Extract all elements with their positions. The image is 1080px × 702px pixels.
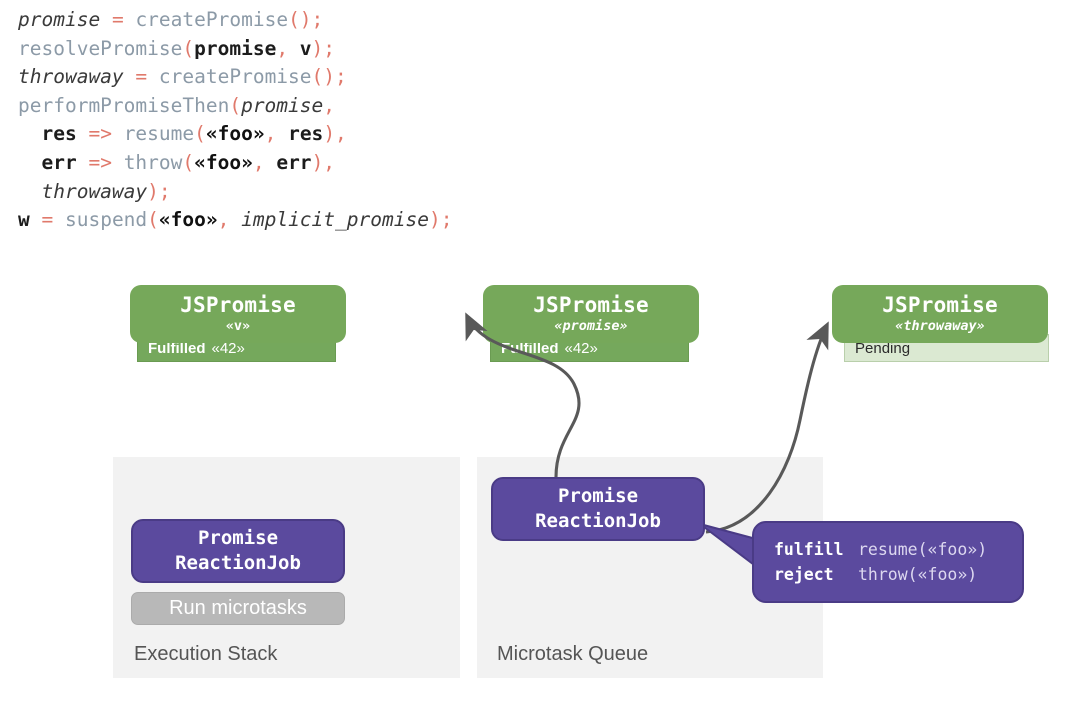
code-token: resume bbox=[123, 122, 195, 146]
code-token: , bbox=[217, 208, 242, 232]
code-token: ( bbox=[182, 150, 195, 174]
callout-key-reject: reject bbox=[774, 565, 834, 584]
code-token: => bbox=[76, 122, 124, 146]
microtask-queue-label: Microtask Queue bbox=[497, 643, 649, 665]
code-token: res bbox=[288, 122, 324, 146]
code-token: (); bbox=[311, 65, 347, 89]
promise-subtitle: «v» bbox=[225, 318, 251, 334]
promise-title: JSPromise bbox=[180, 293, 296, 317]
promise-subtitle: «throwaway» bbox=[895, 318, 985, 334]
code-token: ( bbox=[182, 36, 195, 60]
code-token: promise bbox=[241, 93, 324, 117]
code-token: v bbox=[299, 36, 312, 60]
code-token: ), bbox=[323, 122, 347, 146]
promise-header-promise: JSPromise «promise» bbox=[483, 285, 699, 343]
execution-stack-label: Execution Stack bbox=[134, 643, 278, 665]
job-line-1: Promise bbox=[557, 485, 639, 507]
code-token: => bbox=[76, 150, 124, 174]
callout-fulfill-reject: fulfill resume(«foo») reject throw(«foo») bbox=[752, 521, 1024, 603]
diagram-canvas: promise = createPromise(); resolvePromise… bbox=[0, 0, 1080, 702]
code-token: (); bbox=[288, 8, 324, 31]
code-token: ( bbox=[194, 122, 206, 146]
code-token: «foo» bbox=[194, 150, 253, 174]
callout-key-fulfill: fulfill bbox=[774, 540, 844, 559]
job-box-microtask-queue: Promise ReactionJob bbox=[491, 477, 705, 541]
code-token: , bbox=[323, 93, 336, 117]
job-box-execution-stack: Promise ReactionJob bbox=[131, 519, 345, 583]
code-line-5: res => resume(«foo», res), bbox=[18, 120, 452, 149]
code-line-8: w = suspend(«foo», implicit_promise); bbox=[18, 206, 452, 235]
callout-value-fulfill: resume(«foo») bbox=[858, 540, 988, 559]
promise-box-v: Fulfilled «42» JSPromise «v» bbox=[130, 285, 346, 378]
run-microtasks-label: Run microtasks bbox=[169, 597, 307, 619]
code-token: err bbox=[41, 150, 77, 174]
callout-row-fulfill: fulfill resume(«foo») bbox=[774, 537, 1022, 562]
code-token: res bbox=[41, 122, 77, 146]
promise-box-throwaway: Pending JSPromise «throwaway» bbox=[832, 285, 1049, 378]
promise-title: JSPromise bbox=[533, 293, 649, 317]
promise-subtitle: «promise» bbox=[554, 318, 628, 334]
code-line-6: err => throw(«foo», err), bbox=[18, 149, 452, 178]
code-token: , bbox=[264, 122, 289, 146]
code-token: «foo» bbox=[205, 122, 265, 146]
code-token: performPromiseThen bbox=[18, 93, 230, 117]
code-token: = bbox=[111, 8, 124, 31]
code-line-1: promise = createPromise(); bbox=[18, 6, 452, 35]
code-token: ); bbox=[147, 179, 171, 203]
code-line-4: performPromiseThen(promise, bbox=[18, 92, 452, 121]
code-token: w bbox=[18, 208, 30, 232]
code-line-2: resolvePromise(promise, v); bbox=[18, 35, 452, 64]
run-microtasks-pill: Run microtasks bbox=[131, 592, 345, 625]
code-token: = bbox=[123, 65, 159, 89]
callout-value-reject: throw(«foo») bbox=[858, 565, 978, 584]
job-line-1: Promise bbox=[197, 527, 279, 549]
code-snippet: promise = createPromise(); resolvePromise… bbox=[18, 6, 452, 235]
code-token: ( bbox=[147, 208, 159, 232]
promise-box-promise: Fulfilled «42» JSPromise «promise» bbox=[483, 285, 699, 378]
code-token: createPromise bbox=[135, 8, 289, 31]
code-token: promise bbox=[18, 8, 101, 31]
promise-title: JSPromise bbox=[882, 293, 998, 317]
code-token: = bbox=[29, 208, 65, 232]
code-token: , bbox=[252, 150, 277, 174]
promise-header-v: JSPromise «v» bbox=[130, 285, 346, 343]
job-line-2: ReactionJob bbox=[175, 552, 301, 574]
code-token: ); bbox=[428, 208, 453, 232]
code-token: suspend bbox=[64, 208, 148, 232]
code-line-7: throwaway); bbox=[18, 178, 452, 207]
promise-header-throwaway: JSPromise «throwaway» bbox=[832, 285, 1048, 343]
code-token: «foo» bbox=[158, 208, 218, 232]
job-line-2: ReactionJob bbox=[535, 510, 661, 532]
code-token: err bbox=[276, 150, 312, 174]
code-token: ), bbox=[311, 150, 336, 174]
code-token: resolvePromise bbox=[18, 36, 183, 60]
code-token: throwaway bbox=[18, 65, 124, 89]
code-token: throw bbox=[123, 150, 183, 174]
code-token: ); bbox=[311, 36, 336, 60]
code-token: implicit_promise bbox=[241, 208, 429, 232]
code-token: throwaway bbox=[41, 179, 148, 203]
code-token: ( bbox=[229, 93, 242, 117]
callout-row-reject: reject throw(«foo») bbox=[774, 562, 1022, 587]
code-token: promise bbox=[194, 36, 277, 60]
code-line-3: throwaway = createPromise(); bbox=[18, 63, 452, 92]
code-token: createPromise bbox=[158, 65, 312, 89]
code-token: , bbox=[276, 36, 300, 60]
